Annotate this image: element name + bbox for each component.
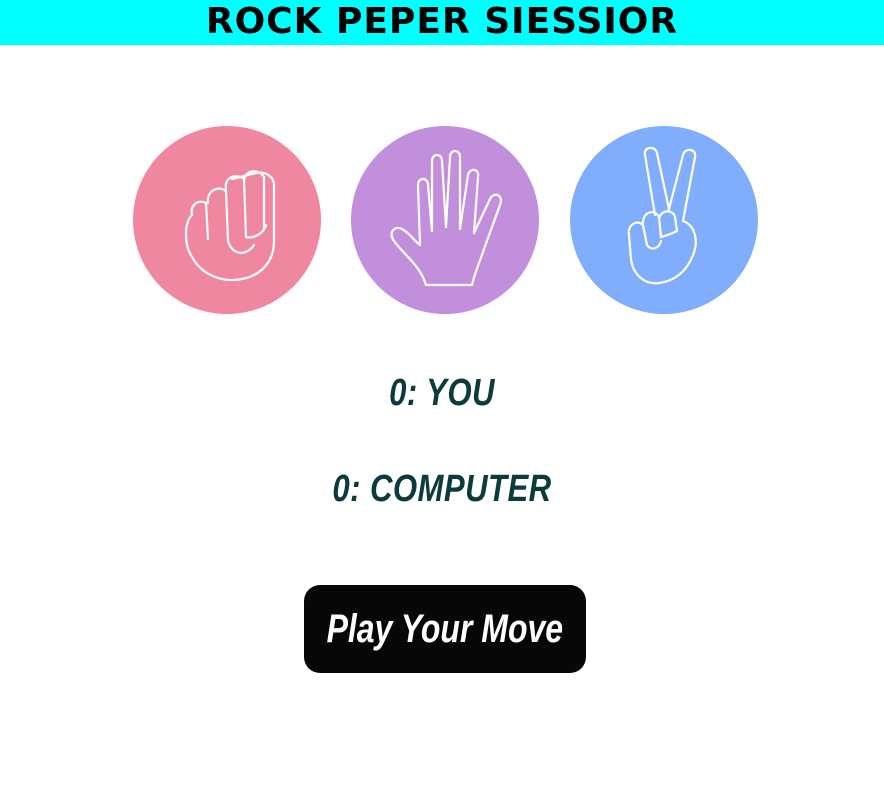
scissors-choice[interactable] [570,126,758,314]
player-score: 0: YOU [389,372,495,414]
choices-row [0,0,884,320]
rock-choice[interactable] [133,126,321,314]
computer-score: 0: COMPUTER [332,468,552,510]
play-move-button[interactable]: Play Your Move [304,585,586,673]
peace-hand-icon [627,146,697,285]
open-hand-icon [390,149,502,287]
fist-icon [184,170,276,282]
play-move-label: Play Your Move [326,606,564,651]
paper-choice[interactable] [351,126,539,314]
